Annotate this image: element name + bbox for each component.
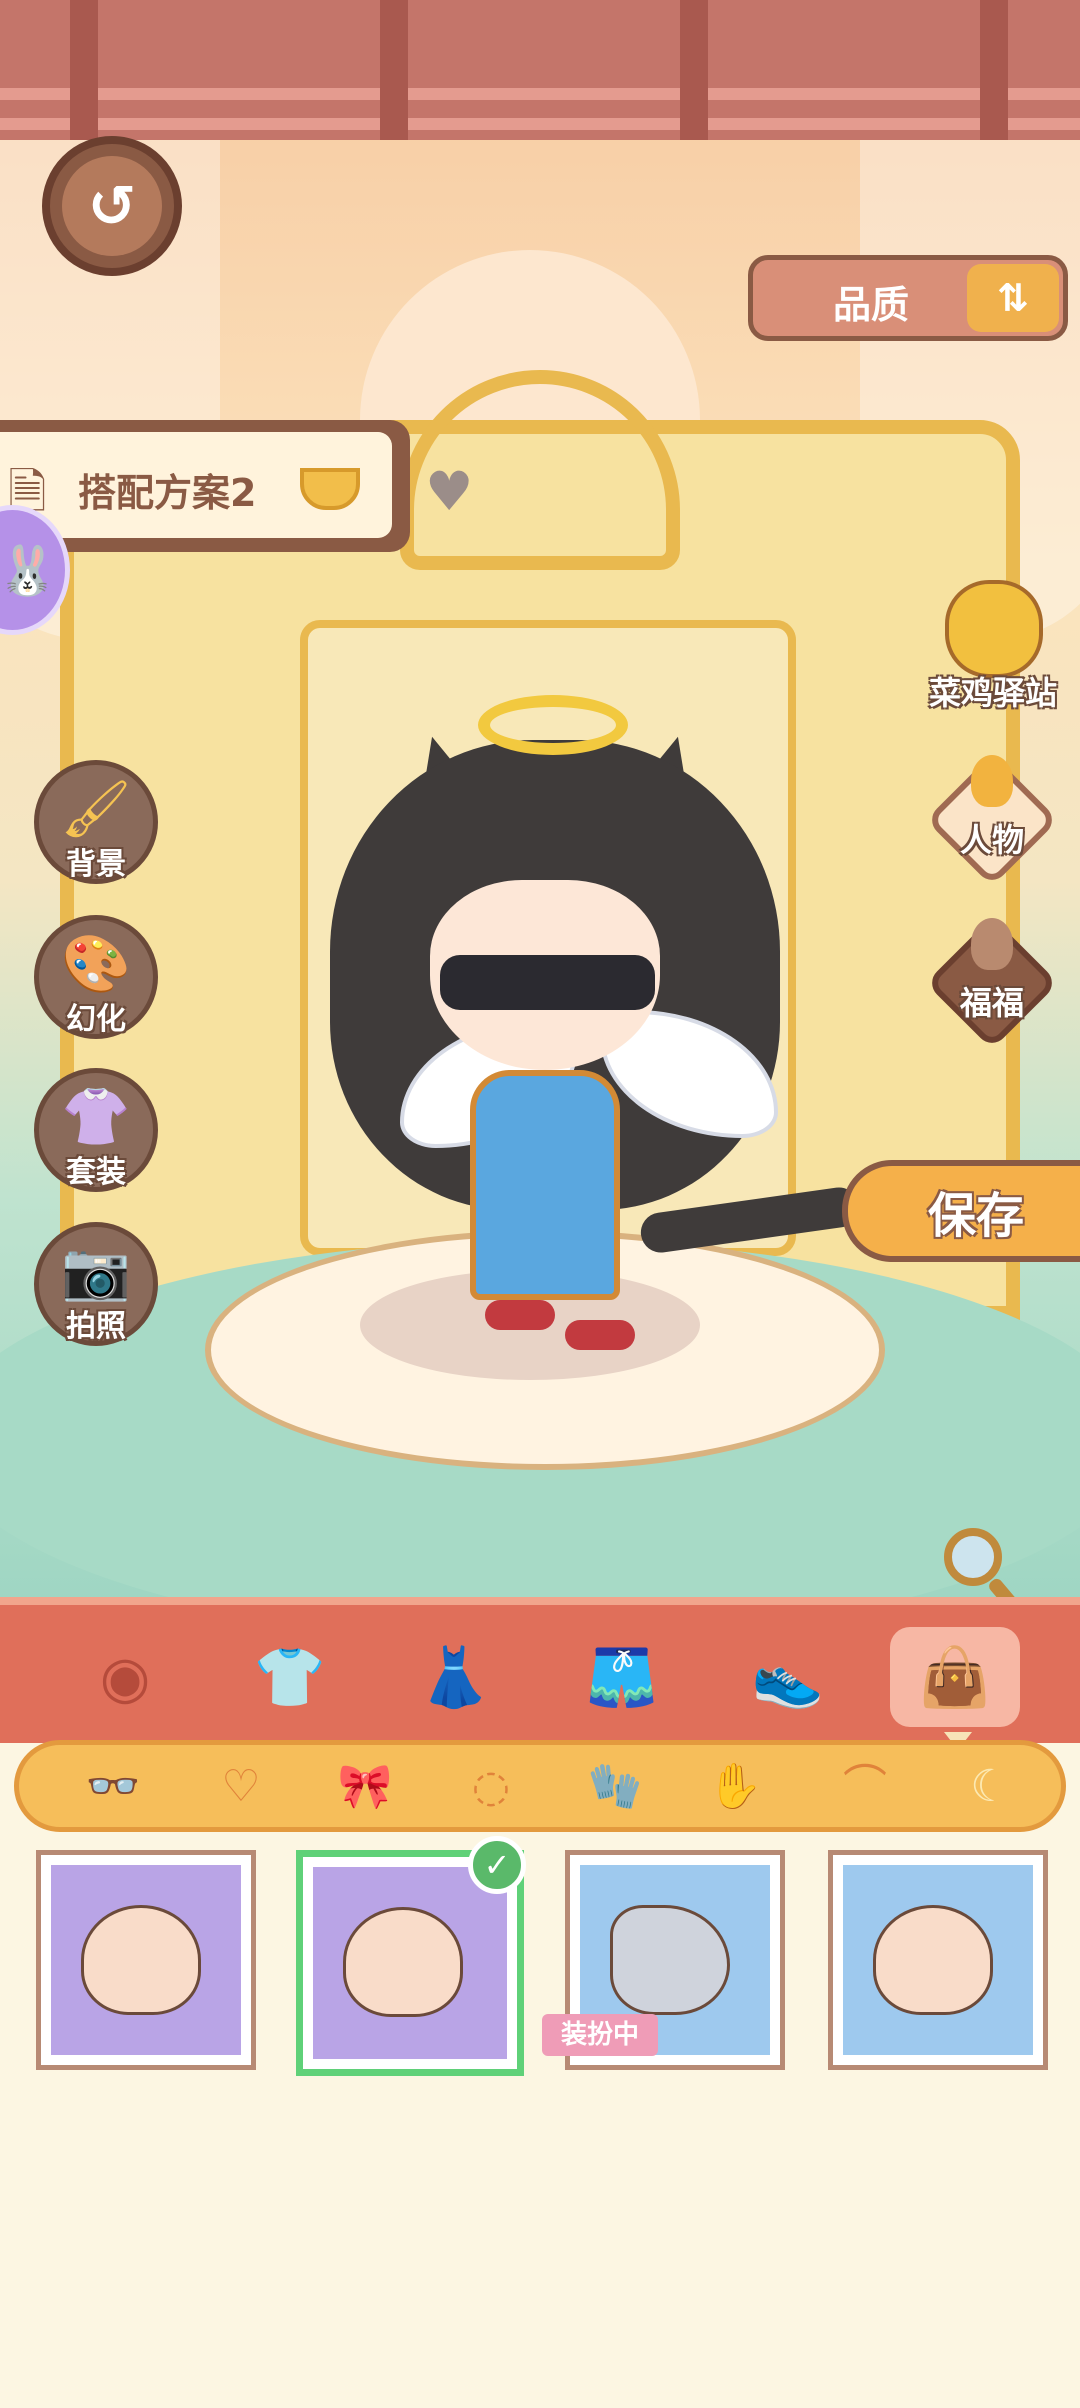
- shoe-left: [485, 1300, 555, 1330]
- brush-icon: 🖌: [60, 777, 132, 842]
- category-eye-tab[interactable]: ◉: [75, 1627, 175, 1727]
- item-devil-tail[interactable]: [828, 1850, 1048, 2070]
- chevron-down-icon[interactable]: [300, 468, 360, 510]
- shoes-icon: 👟: [751, 1642, 825, 1711]
- person-icon: [971, 755, 1013, 807]
- eye-icon: ◉: [99, 1643, 151, 1711]
- check-icon: ✓: [468, 1836, 526, 1894]
- wings-icon[interactable]: ⌒: [829, 1757, 901, 1817]
- outfit-plan-label: 搭配方案2: [78, 471, 257, 515]
- category-top-tab[interactable]: 👕: [240, 1627, 340, 1727]
- equipped-tag: 装扮中: [542, 2014, 658, 2056]
- background-button[interactable]: 🖌 背景: [34, 760, 158, 884]
- glasses-icon[interactable]: 👓: [77, 1757, 149, 1817]
- bracelet-icon[interactable]: ◌: [455, 1757, 527, 1817]
- character-outfit: [470, 1070, 620, 1300]
- transform-button[interactable]: 🎨 幻化: [34, 915, 158, 1039]
- category-bar: ◉ 👕 👗 🩳 👟 👜: [0, 1597, 1080, 1743]
- photo-label: 拍照: [66, 1309, 126, 1344]
- background-label: 背景: [66, 847, 126, 882]
- item-pink-cat-tail[interactable]: [36, 1850, 256, 2070]
- shirt-icon: 👕: [253, 1642, 327, 1711]
- character-button[interactable]: 人物: [925, 753, 1059, 887]
- category-shoes-tab[interactable]: 👟: [738, 1627, 838, 1727]
- save-button[interactable]: 保存: [842, 1160, 1080, 1262]
- sort-icon[interactable]: ⇅: [967, 264, 1059, 332]
- camera-icon: 📷: [61, 1239, 131, 1304]
- quality-sort-button[interactable]: 品质 ⇅: [748, 255, 1068, 341]
- suit-label: 套装: [66, 1155, 126, 1190]
- transform-label: 幻化: [66, 1002, 126, 1037]
- outfit-plan-selector[interactable]: 🗎 搭配方案2: [0, 420, 410, 552]
- window-frame: [0, 0, 1080, 140]
- category-dress-tab[interactable]: 👗: [405, 1627, 505, 1727]
- shoe-right: [565, 1320, 635, 1350]
- shorts-icon: 🩳: [585, 1642, 659, 1711]
- palette-icon: 🎨: [61, 932, 131, 997]
- glove-icon[interactable]: 🧤: [579, 1757, 651, 1817]
- heart-icon[interactable]: ♥: [425, 460, 473, 523]
- chick-icon: [945, 580, 1043, 678]
- halo: [478, 695, 628, 755]
- quality-label: 品质: [833, 283, 910, 327]
- back-arrow-icon: ↺: [62, 156, 162, 256]
- pet-button[interactable]: 福福: [925, 916, 1059, 1050]
- pet-label: 福福: [959, 984, 1024, 1022]
- mitten-icon[interactable]: ✋: [699, 1757, 771, 1817]
- station-label: 菜鸡驿站: [928, 674, 1057, 712]
- character-label: 人物: [959, 821, 1024, 859]
- blindfold: [440, 955, 655, 1010]
- station-button[interactable]: 菜鸡驿站: [915, 580, 1060, 715]
- necklace-icon[interactable]: ♡: [205, 1757, 277, 1817]
- category-accessory-tab[interactable]: 👜: [890, 1627, 1020, 1727]
- subcategory-bar: 👓 ♡ 🎀 ◌ 🧤 ✋ ⌒ ☾: [14, 1740, 1066, 1832]
- bow-icon[interactable]: 🎀: [329, 1757, 401, 1817]
- rabbit-icon: [971, 918, 1013, 970]
- bag-icon: 👜: [918, 1642, 992, 1711]
- back-button[interactable]: ↺: [42, 136, 182, 276]
- dress-icon: 👗: [418, 1642, 492, 1711]
- tail-icon[interactable]: ☾: [954, 1757, 1026, 1817]
- photo-button[interactable]: 📷 拍照: [34, 1222, 158, 1346]
- suit-button[interactable]: 👚 套装: [34, 1068, 158, 1192]
- magnifier-icon[interactable]: [944, 1528, 1002, 1586]
- hanger-icon: 👚: [61, 1085, 131, 1150]
- category-bottom-tab[interactable]: 🩳: [572, 1627, 672, 1727]
